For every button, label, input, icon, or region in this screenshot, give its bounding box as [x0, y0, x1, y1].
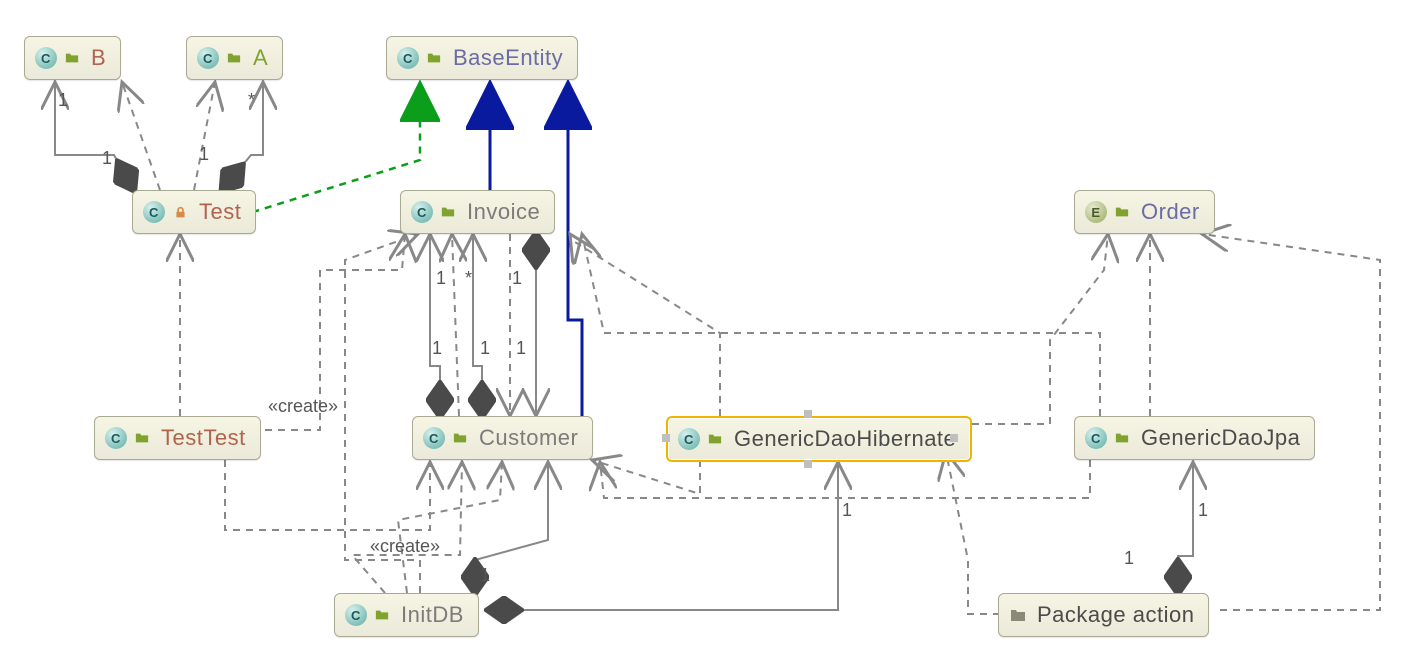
class-node-testtest[interactable]: C TestTest: [94, 416, 261, 460]
class-name: Test: [199, 199, 241, 225]
package-icon: [706, 430, 724, 448]
package-icon: [439, 203, 457, 221]
multiplicity-label: *: [248, 90, 255, 111]
class-name: GenericDaoJpa: [1141, 425, 1300, 451]
package-icon: [451, 429, 469, 447]
class-badge-icon: C: [397, 47, 419, 69]
enum-badge-icon: E: [1085, 201, 1107, 223]
class-name: TestTest: [161, 425, 246, 451]
class-badge-icon: C: [197, 47, 219, 69]
multiplicity-label: 1: [1124, 548, 1134, 569]
selection-handle[interactable]: [662, 434, 670, 442]
multiplicity-label: 1: [480, 565, 490, 586]
class-name: GenericDaoHibernate: [734, 426, 956, 452]
multiplicity-label: *: [465, 268, 472, 289]
class-node-baseentity[interactable]: C BaseEntity: [386, 36, 578, 80]
multiplicity-label: 1: [1198, 500, 1208, 521]
class-name: B: [91, 45, 106, 71]
package-icon: [1113, 429, 1131, 447]
class-badge-icon: C: [411, 201, 433, 223]
package-icon: [1113, 203, 1131, 221]
enum-node-order[interactable]: E Order: [1074, 190, 1215, 234]
class-node-test[interactable]: C Test: [132, 190, 256, 234]
multiplicity-label: 1: [199, 144, 209, 165]
selection-handle[interactable]: [950, 434, 958, 442]
class-badge-icon: C: [105, 427, 127, 449]
multiplicity-label: 1: [102, 148, 112, 169]
class-name: A: [253, 45, 268, 71]
class-badge-icon: C: [35, 47, 57, 69]
selection-handle[interactable]: [804, 410, 812, 418]
class-badge-icon: C: [678, 428, 700, 450]
multiplicity-label: 1: [512, 268, 522, 289]
class-name: BaseEntity: [453, 45, 563, 71]
class-node-a[interactable]: C A: [186, 36, 283, 80]
lock-icon: [171, 203, 189, 221]
multiplicity-label: 1: [516, 338, 526, 359]
class-name: InitDB: [401, 602, 464, 628]
class-badge-icon: C: [143, 201, 165, 223]
package-icon: [373, 606, 391, 624]
class-node-genericdaohibernate[interactable]: C GenericDaoHibernate: [666, 416, 972, 462]
class-node-invoice[interactable]: C Invoice: [400, 190, 555, 234]
selection-handle[interactable]: [804, 460, 812, 468]
class-name: Invoice: [467, 199, 540, 225]
package-node-action[interactable]: Package action: [998, 593, 1209, 637]
multiplicity-label: 1: [480, 338, 490, 359]
stereotype-label: «create»: [370, 536, 440, 557]
class-node-initdb[interactable]: C InitDB: [334, 593, 479, 637]
class-name: Customer: [479, 425, 578, 451]
package-icon: [63, 49, 81, 67]
class-badge-icon: C: [1085, 427, 1107, 449]
connector-layer: [0, 0, 1408, 666]
enum-name: Order: [1141, 199, 1200, 225]
multiplicity-label: 1: [58, 90, 68, 111]
package-icon: [133, 429, 151, 447]
package-icon: [425, 49, 443, 67]
class-node-genericdaojpa[interactable]: C GenericDaoJpa: [1074, 416, 1315, 460]
folder-icon: [1009, 606, 1027, 624]
class-node-customer[interactable]: C Customer: [412, 416, 593, 460]
class-node-b[interactable]: C B: [24, 36, 121, 80]
uml-canvas[interactable]: C B C A C BaseEntity C Test C Invoice E …: [0, 0, 1408, 666]
package-name: Package action: [1037, 602, 1194, 628]
class-badge-icon: C: [345, 604, 367, 626]
multiplicity-label: 1: [436, 268, 446, 289]
multiplicity-label: 1: [842, 500, 852, 521]
package-icon: [225, 49, 243, 67]
stereotype-label: «create»: [268, 396, 338, 417]
class-badge-icon: C: [423, 427, 445, 449]
multiplicity-label: 1: [432, 338, 442, 359]
